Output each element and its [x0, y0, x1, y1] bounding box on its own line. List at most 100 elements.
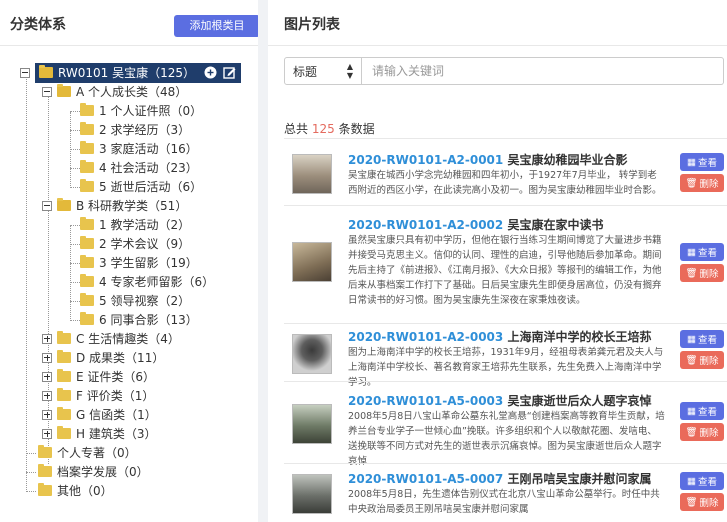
- item-code[interactable]: 2020-RW0101-A2-0001: [348, 153, 503, 167]
- select-value: 标题: [293, 64, 318, 79]
- tree-node-b[interactable]: B 科研教学类（51）: [42, 196, 187, 215]
- delete-button[interactable]: 🗑 删除: [680, 351, 724, 369]
- item-name: 吴宝康幼稚园毕业合影: [507, 153, 628, 167]
- add-root-category-button[interactable]: 添加根类目: [174, 15, 260, 37]
- delete-button[interactable]: 🗑 删除: [680, 493, 724, 511]
- tree-node-label: RW0101 吴宝康（125）: [58, 66, 195, 80]
- tree-node-d[interactable]: D 成果类（11）: [42, 348, 164, 367]
- view-button[interactable]: ▦ 查看: [680, 243, 724, 261]
- folder-icon: [57, 350, 71, 363]
- tree-node-label: F 评价类（1）: [76, 389, 155, 403]
- expand-toggle[interactable]: [42, 333, 52, 344]
- add-circle-icon[interactable]: [203, 65, 218, 80]
- tree-guide-line: [70, 225, 80, 226]
- view-label: 查看: [697, 477, 717, 488]
- list-item: 2020-RW0101-A5-0003 吴宝康逝世后众人题字哀悼 2008年5月…: [284, 381, 727, 467]
- delete-button[interactable]: 🗑 删除: [680, 264, 724, 282]
- tree-node-b6[interactable]: 6 同事合影（13）: [80, 310, 198, 329]
- tree-node-b2[interactable]: 2 学术会议（9）: [80, 234, 190, 253]
- tree-node-label: E 证件类（6）: [76, 370, 156, 384]
- tree-node-h[interactable]: H 建筑类（3）: [42, 424, 156, 443]
- tree-guide-line: [70, 226, 71, 321]
- image-thumbnail[interactable]: [292, 474, 332, 514]
- collapse-toggle[interactable]: [20, 67, 30, 78]
- tree-guide-line: [70, 187, 80, 188]
- tree-guide-line: [70, 130, 80, 131]
- view-button[interactable]: ▦ 查看: [680, 472, 724, 490]
- expand-toggle[interactable]: [42, 428, 52, 439]
- tree-node-archival-development[interactable]: 档案学发展（0）: [38, 462, 149, 481]
- collapse-toggle[interactable]: [42, 86, 52, 97]
- tree-node-a5[interactable]: 5 逝世后活动（6）: [80, 177, 202, 196]
- trash-icon: 🗑: [685, 496, 698, 508]
- tree-node-e[interactable]: E 证件类（6）: [42, 367, 155, 386]
- tree-guide-line: [26, 472, 36, 473]
- tree-node-b4[interactable]: 4 专家老师留影（6）: [80, 272, 214, 291]
- item-title[interactable]: 2020-RW0101-A2-0003 上海南洋中学的校长王培荪: [348, 328, 651, 345]
- tree-node-a1[interactable]: 1 个人证件照（0）: [80, 101, 202, 120]
- tree-guide-line: [70, 320, 80, 321]
- item-description: 2008年5月8日，先生遗体告别仪式在北京八宝山革命公墓举行。时任中共中央政治局…: [348, 489, 660, 515]
- item-description: 2008年5月8日八宝山革命公墓东礼堂高悬“创建档案高等教育毕生贡献，培养兰台专…: [348, 411, 665, 467]
- search-field-select[interactable]: 标题 ▲ ▼: [284, 57, 362, 85]
- item-title[interactable]: 2020-RW0101-A2-0002 吴宝康在家中读书: [348, 216, 603, 233]
- item-code[interactable]: 2020-RW0101-A5-0007: [348, 472, 503, 486]
- item-name: 上海南洋中学的校长王培荪: [507, 330, 652, 344]
- item-title[interactable]: 2020-RW0101-A5-0007 王刚吊唁吴宝康并慰问家属: [348, 470, 651, 487]
- edit-icon[interactable]: [222, 65, 237, 80]
- image-thumbnail[interactable]: [292, 404, 332, 444]
- tree-node-label: 1 个人证件照（0）: [99, 104, 203, 118]
- total-count: 总共 125 条数据: [284, 120, 375, 137]
- tree-guide-line: [70, 112, 71, 188]
- tree-node-a4[interactable]: 4 社会活动（23）: [80, 158, 198, 177]
- expand-toggle[interactable]: [42, 352, 52, 363]
- tree-node-b5[interactable]: 5 领导视察（2）: [80, 291, 190, 310]
- item-title[interactable]: 2020-RW0101-A5-0003 吴宝康逝世后众人题字哀悼: [348, 392, 651, 409]
- folder-icon: [57, 331, 71, 344]
- tree-node-a3[interactable]: 3 家庭活动（16）: [80, 139, 198, 158]
- item-title[interactable]: 2020-RW0101-A2-0001 吴宝康幼稚园毕业合影: [348, 151, 627, 168]
- item-code[interactable]: 2020-RW0101-A2-0003: [348, 330, 503, 344]
- item-code[interactable]: 2020-RW0101-A2-0002: [348, 218, 503, 232]
- list-item: 2020-RW0101-A2-0001 吴宝康幼稚园毕业合影 吴宝康在城西小学念…: [284, 138, 727, 205]
- item-code[interactable]: 2020-RW0101-A5-0003: [348, 394, 503, 408]
- tree-node-label: G 信函类（1）: [76, 408, 157, 422]
- collapse-toggle[interactable]: [42, 200, 52, 211]
- view-button[interactable]: ▦ 查看: [680, 330, 724, 348]
- tree-node-other[interactable]: 其他（0）: [38, 481, 113, 500]
- view-label: 查看: [697, 248, 717, 259]
- expand-toggle[interactable]: [42, 390, 52, 401]
- grid-icon: ▦: [687, 333, 696, 345]
- folder-icon: [80, 160, 94, 173]
- image-thumbnail[interactable]: [292, 154, 332, 194]
- folder-icon: [80, 293, 94, 306]
- tree-node-monographs[interactable]: 个人专著（0）: [38, 443, 137, 462]
- total-prefix: 总共: [284, 122, 309, 136]
- expand-toggle[interactable]: [42, 371, 52, 382]
- delete-button[interactable]: 🗑 删除: [680, 174, 724, 192]
- divider: [268, 45, 727, 46]
- folder-icon: [80, 122, 94, 135]
- tree-node-c[interactable]: C 生活情趣类（4）: [42, 329, 180, 348]
- tree-node-root[interactable]: RW0101 吴宝康（125）: [20, 62, 241, 83]
- tree-node-g[interactable]: G 信函类（1）: [42, 405, 157, 424]
- tree-node-f[interactable]: F 评价类（1）: [42, 386, 154, 405]
- tree-node-b3[interactable]: 3 学生留影（19）: [80, 253, 198, 272]
- search-input[interactable]: [362, 57, 724, 85]
- trash-icon: 🗑: [685, 177, 698, 189]
- folder-open-icon: [57, 84, 71, 97]
- view-button[interactable]: ▦ 查看: [680, 153, 724, 171]
- tree-node-a2[interactable]: 2 求学经历（3）: [80, 120, 190, 139]
- expand-toggle[interactable]: [42, 409, 52, 420]
- panel-title: 分类体系: [10, 17, 66, 33]
- delete-button[interactable]: 🗑 删除: [680, 423, 724, 441]
- item-name: 王刚吊唁吴宝康并慰问家属: [507, 472, 652, 486]
- delete-label: 删除: [699, 498, 719, 509]
- tree-guide-line: [70, 149, 80, 150]
- tree-node-b1[interactable]: 1 教学活动（2）: [80, 215, 190, 234]
- tree-node-a[interactable]: A 个人成长类（48）: [42, 82, 187, 101]
- tree-node-root-selected[interactable]: RW0101 吴宝康（125）: [35, 62, 241, 83]
- image-thumbnail[interactable]: [292, 334, 332, 374]
- image-thumbnail[interactable]: [292, 242, 332, 282]
- view-button[interactable]: ▦ 查看: [680, 402, 724, 420]
